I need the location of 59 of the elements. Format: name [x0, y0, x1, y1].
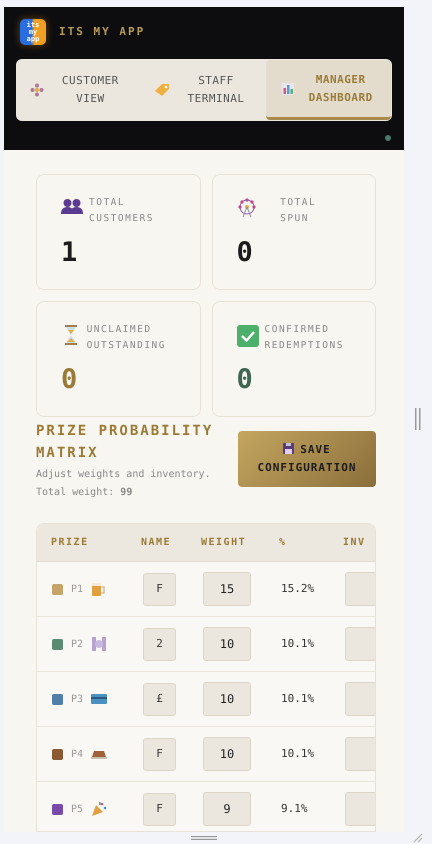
inventory-input[interactable] [345, 792, 375, 826]
inventory-input[interactable] [345, 737, 375, 771]
pudding-icon [91, 749, 108, 759]
name-input[interactable]: £ [143, 682, 176, 716]
bar-chart-icon [280, 82, 295, 96]
view-tab[interactable]: STAFF TERMINAL [140, 59, 266, 121]
party-popper-icon [91, 801, 108, 817]
column-header: PRIZE [51, 536, 90, 550]
card-icon [91, 693, 108, 705]
name-input[interactable]: F [143, 572, 176, 606]
stat-value: 0 [236, 364, 254, 396]
column-header: NAME [141, 536, 172, 550]
stat-value: 0 [236, 237, 254, 269]
people-icon [61, 198, 83, 214]
inventory-input[interactable] [345, 682, 375, 716]
prize-code: P3 [71, 692, 84, 706]
view-tab[interactable]: CUSTOMER VIEW [16, 59, 141, 121]
percent-cell-text: 15.2% [281, 580, 316, 597]
section-title: PRIZE PROBABILITY MATRIX [36, 422, 214, 463]
drag-handle-icon[interactable] [415, 408, 421, 430]
prize-code: P5 [71, 802, 84, 816]
stat-label: UNCLAIMED OUTSTANDING [86, 323, 167, 353]
cutlery-icon [91, 636, 108, 652]
prize-code: P2 [71, 638, 84, 652]
hourglass-icon [64, 325, 78, 345]
stat-value: 1 [61, 237, 78, 269]
percent-cell-text: 10.1% [281, 746, 316, 762]
name-input[interactable]: 2 [143, 628, 176, 660]
prize-code: P4 [71, 748, 84, 762]
weight-input[interactable]: 10 [203, 682, 251, 716]
column-header: WEIGHT [201, 536, 248, 550]
weight-input[interactable]: 10 [203, 737, 251, 771]
tag-icon [154, 83, 170, 97]
inventory-input[interactable] [345, 572, 375, 606]
name-input[interactable]: F [143, 792, 176, 826]
percent-cell-text: 10.1% [281, 636, 316, 652]
stat-label: TOTAL SPUN [280, 196, 318, 226]
section-subtitle: Adjust weights and inventory. Total weight: 99 [36, 468, 212, 500]
resize-grip-icon[interactable] [413, 833, 423, 843]
percent-cell-text: 10.1% [281, 690, 316, 707]
bottom-handle-icon[interactable] [191, 836, 217, 840]
stat-value: 0 [61, 364, 78, 396]
save-button[interactable]: SAVE CONFIGURATION [238, 431, 376, 487]
flower-icon [30, 83, 44, 97]
name-input[interactable]: F [143, 738, 176, 770]
column-header: INV [343, 536, 367, 550]
inventory-input[interactable] [345, 627, 375, 661]
ferris-wheel-icon [237, 198, 258, 218]
percent-cell-text: 9.1% [281, 800, 308, 817]
mug-icon [91, 581, 106, 597]
stat-label: TOTAL CUSTOMERS [89, 196, 155, 226]
weight-input[interactable]: 15 [203, 572, 251, 606]
prize-code: P1 [71, 582, 84, 596]
column-header: % [279, 536, 288, 550]
stat-label: CONFIRMED REDEMPTIONS [264, 323, 345, 353]
check-icon [236, 325, 258, 347]
app-title: ITS MY APP [59, 24, 146, 40]
weight-input[interactable]: 9 [203, 792, 251, 826]
weight-input[interactable]: 10 [203, 627, 251, 661]
